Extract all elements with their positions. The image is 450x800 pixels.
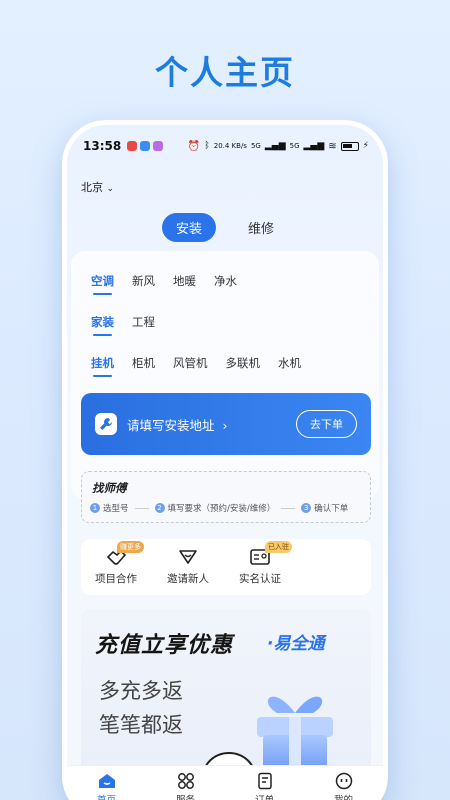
tab-repair[interactable]: 维修 <box>234 213 288 242</box>
battery-icon <box>340 141 359 151</box>
signal-icon: ▂▄▆ <box>264 141 286 151</box>
tab-install[interactable]: 安装 <box>161 213 216 242</box>
alarm-icon: ⏰ <box>187 140 201 152</box>
notification-icons <box>127 141 164 151</box>
signal-5g-label: 5G <box>250 142 261 150</box>
signal-icon: ▂▄▆ <box>303 141 325 151</box>
find-master-title: 找师傅 <box>92 481 127 495</box>
install-address-banner[interactable]: 请填写安装地址 › 去下单 <box>81 393 371 455</box>
category-row-primary: 空调 新风 地暖 净水 <box>91 273 237 295</box>
real-name-verification-button[interactable]: 已入驻 实名认证 <box>229 541 292 586</box>
step-number: 2 <box>154 503 165 513</box>
signal-5g-label: 5G <box>289 142 300 150</box>
service-label: 项目合作 <box>95 573 137 585</box>
service-shortcuts: 赚更多 项目合作 邀请新人 已入驻 实名认证 <box>81 539 371 595</box>
city-selector[interactable]: 北京 ⌄ <box>81 179 114 195</box>
charging-icon: ⚡ <box>362 141 369 151</box>
network-speed: 20.4 KB/s <box>213 142 247 150</box>
tab-home[interactable]: 首页 <box>67 766 146 800</box>
wifi-icon: ≋ <box>328 140 337 152</box>
app-notification-icon <box>153 141 164 151</box>
promo-line-1: 多充多返 <box>99 679 183 703</box>
bluetooth-icon: ᛒ <box>204 141 210 151</box>
tab-label: 订单 <box>255 795 274 800</box>
category-floor-heating[interactable]: 地暖 <box>173 273 196 289</box>
handshake-icon: 赚更多 <box>105 541 144 567</box>
service-type-segment: 安装 维修 <box>67 213 383 242</box>
chevron-right-icon: › <box>222 417 228 433</box>
promo-headline: 充值立享优惠 <box>95 633 234 658</box>
type-duct[interactable]: 风管机 <box>173 355 208 371</box>
place-order-button[interactable]: 去下单 <box>296 410 357 438</box>
invite-newcomer-button[interactable]: 邀请新人 <box>157 547 219 586</box>
home-icon <box>98 774 115 788</box>
step-label: 填写要求（预约/安装/维修） <box>167 504 276 514</box>
category-water-purifier[interactable]: 净水 <box>214 273 237 289</box>
hero-title: 个人主页 <box>155 53 295 92</box>
type-cabinet[interactable]: 柜机 <box>132 355 155 371</box>
tab-profile[interactable]: 我的 <box>304 766 383 800</box>
services-icon <box>177 773 194 789</box>
promo-brand: ·易全通 <box>267 634 325 654</box>
type-water-unit[interactable]: 水机 <box>278 355 301 371</box>
invite-icon <box>177 547 199 567</box>
status-right: ⏰ ᛒ 20.4 KB/s 5G ▂▄▆ 5G ▂▄▆ ≋ ⚡ <box>188 141 369 152</box>
category-project[interactable]: 工程 <box>132 314 155 330</box>
badge-registered: 已入驻 <box>265 541 292 553</box>
bottom-tab-bar: 首页 服务 订单 我的 <box>67 765 383 800</box>
tab-label: 首页 <box>97 795 116 800</box>
wrench-icon <box>95 413 117 435</box>
category-row-scenario: 家装 工程 <box>91 314 155 336</box>
chevron-down-icon: ⌄ <box>106 184 115 194</box>
step-number: 1 <box>90 503 100 513</box>
app-notification-icon <box>140 141 151 151</box>
type-multi-split[interactable]: 多联机 <box>226 355 261 371</box>
order-steps: 1 选型号 2 填写要求（预约/安装/维修） 3 确认下单 <box>90 502 364 514</box>
tab-services[interactable]: 服务 <box>146 766 225 800</box>
category-card: 空调 新风 地暖 净水 家装 工程 挂机 柜机 风管机 多联机 水机 <box>71 251 379 499</box>
service-label: 实名认证 <box>239 573 281 585</box>
address-prompt[interactable]: 请填写安装地址 › <box>127 415 228 434</box>
category-aircon[interactable]: 空调 <box>91 273 114 295</box>
type-wall-mounted[interactable]: 挂机 <box>91 355 114 377</box>
app-screen: 13:58 ⏰ ᛒ 20.4 KB/s 5G ▂▄▆ 5G ▂▄▆ ≋ ⚡ 北京 <box>67 125 383 800</box>
orders-icon <box>257 772 272 790</box>
city-label: 北京 <box>81 181 103 194</box>
category-home[interactable]: 家装 <box>91 314 114 336</box>
phone-frame: 13:58 ⏰ ᛒ 20.4 KB/s 5G ▂▄▆ 5G ▂▄▆ ≋ ⚡ 北京 <box>62 120 388 800</box>
tab-orders[interactable]: 订单 <box>225 766 304 800</box>
project-cooperation-button[interactable]: 赚更多 项目合作 <box>85 541 147 586</box>
category-row-type: 挂机 柜机 风管机 多联机 水机 <box>91 355 301 377</box>
id-card-icon: 已入驻 <box>249 541 292 567</box>
step-label: 确认下单 <box>314 504 349 514</box>
tab-label: 我的 <box>334 795 353 800</box>
category-fresh-air[interactable]: 新风 <box>132 273 155 289</box>
profile-icon <box>335 772 352 790</box>
service-label: 邀请新人 <box>167 573 209 585</box>
step-number: 3 <box>301 503 312 513</box>
step-divider <box>281 507 296 509</box>
step-divider <box>134 507 149 509</box>
badge-earn-more: 赚更多 <box>117 541 144 553</box>
step-label: 选型号 <box>103 504 129 514</box>
tab-label: 服务 <box>176 795 195 800</box>
status-time: 13:58 <box>83 139 122 153</box>
promo-line-2: 笔笔都返 <box>99 713 183 737</box>
find-master-panel: 找师傅 1 选型号 2 填写要求（预约/安装/维修） 3 确认下单 <box>81 471 371 523</box>
address-prompt-text: 请填写安装地址 <box>127 417 215 433</box>
app-notification-icon <box>127 141 138 151</box>
status-bar: 13:58 ⏰ ᛒ 20.4 KB/s 5G ▂▄▆ 5G ▂▄▆ ≋ ⚡ <box>83 139 369 153</box>
